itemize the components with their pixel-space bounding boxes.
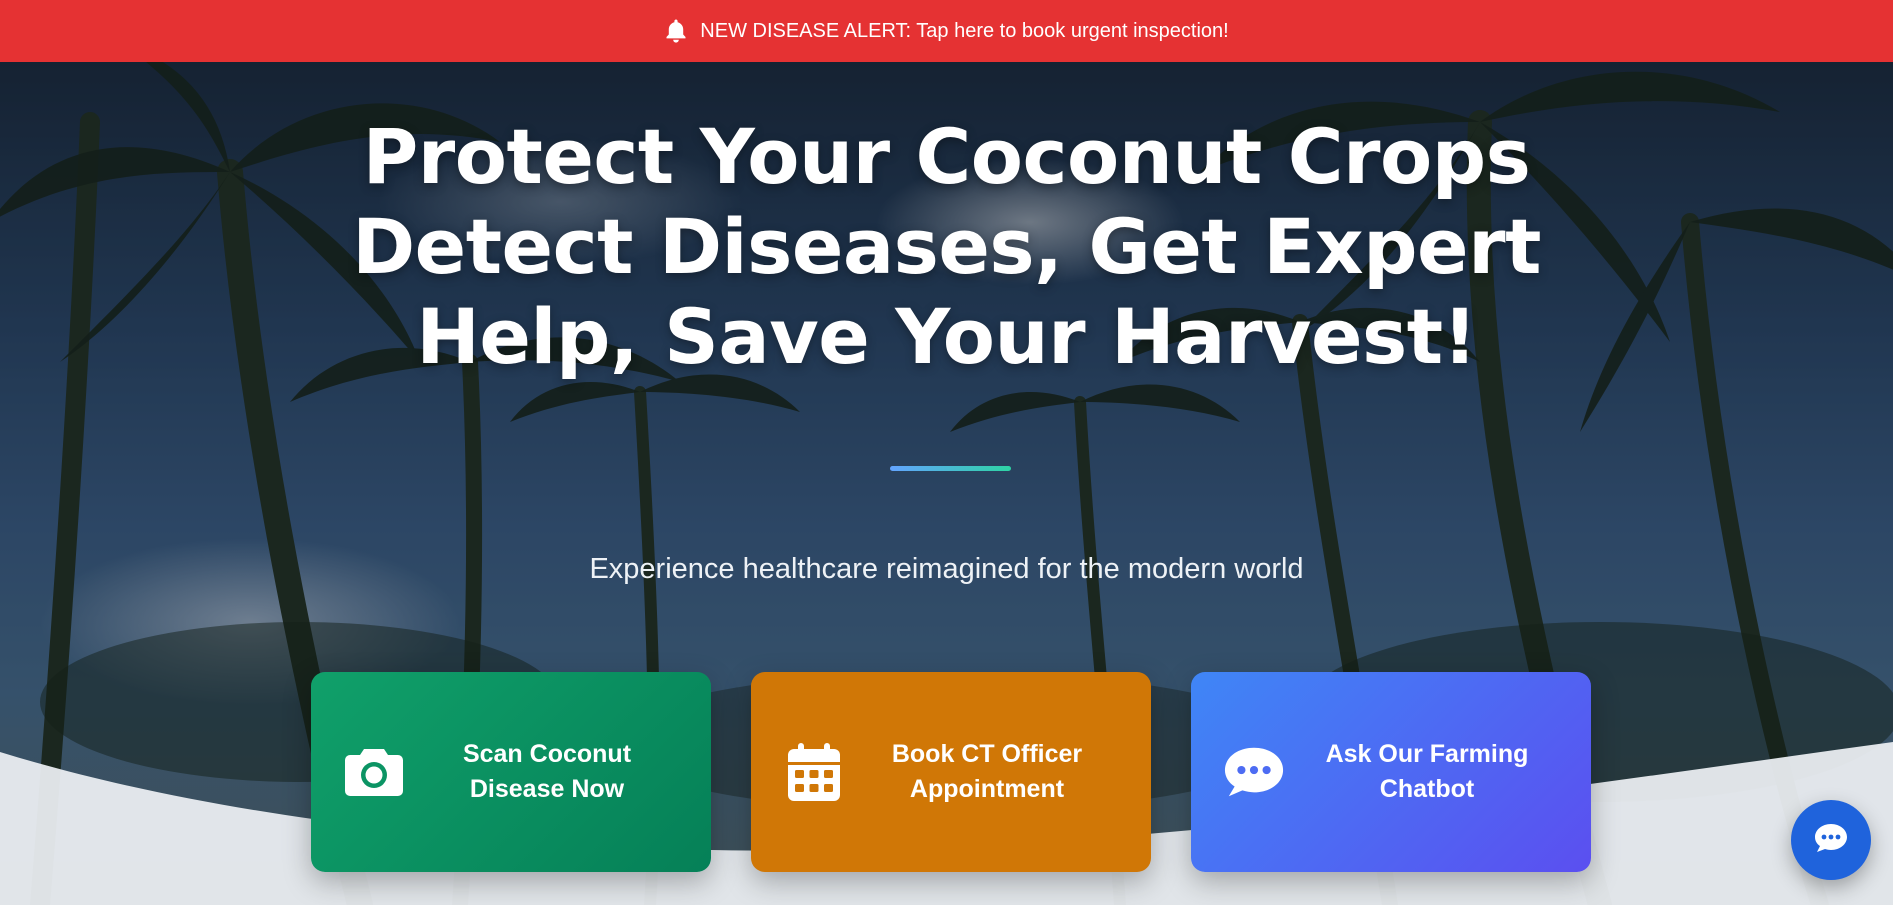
ask-chatbot-label: Ask Our Farming Chatbot [1325, 740, 1529, 803]
hero-headline: Protect Your Coconut Crops Detect Diseas… [300, 112, 1593, 382]
floating-chat-button[interactable] [1791, 800, 1871, 880]
camera-icon [343, 741, 405, 803]
hero-tagline: Experience healthcare reimagined for the… [589, 553, 1304, 585]
scan-disease-label: Scan Coconut Disease Now [462, 740, 632, 803]
headline-line-1: Protect Your Coconut Crops [362, 112, 1531, 201]
headline-line-3: Help, Save Your Harvest! [416, 292, 1477, 381]
bell-icon [664, 18, 688, 44]
chat-bubble-icon [1223, 741, 1285, 803]
headline-divider [890, 466, 1011, 471]
headline-line-2: Detect Diseases, Get Expert [352, 202, 1541, 291]
alert-text: NEW DISEASE ALERT: Tap here to book urge… [700, 19, 1229, 42]
ask-chatbot-button[interactable]: Ask Our Farming Chatbot [1191, 672, 1591, 872]
chat-icon [1813, 822, 1849, 858]
disease-alert-banner[interactable]: NEW DISEASE ALERT: Tap here to book urge… [0, 0, 1893, 62]
scan-disease-button[interactable]: Scan Coconut Disease Now [311, 672, 711, 872]
book-appointment-button[interactable]: Book CT Officer Appointment [751, 672, 1151, 872]
book-appointment-label: Book CT Officer Appointment [891, 740, 1083, 803]
calendar-icon [783, 741, 845, 803]
